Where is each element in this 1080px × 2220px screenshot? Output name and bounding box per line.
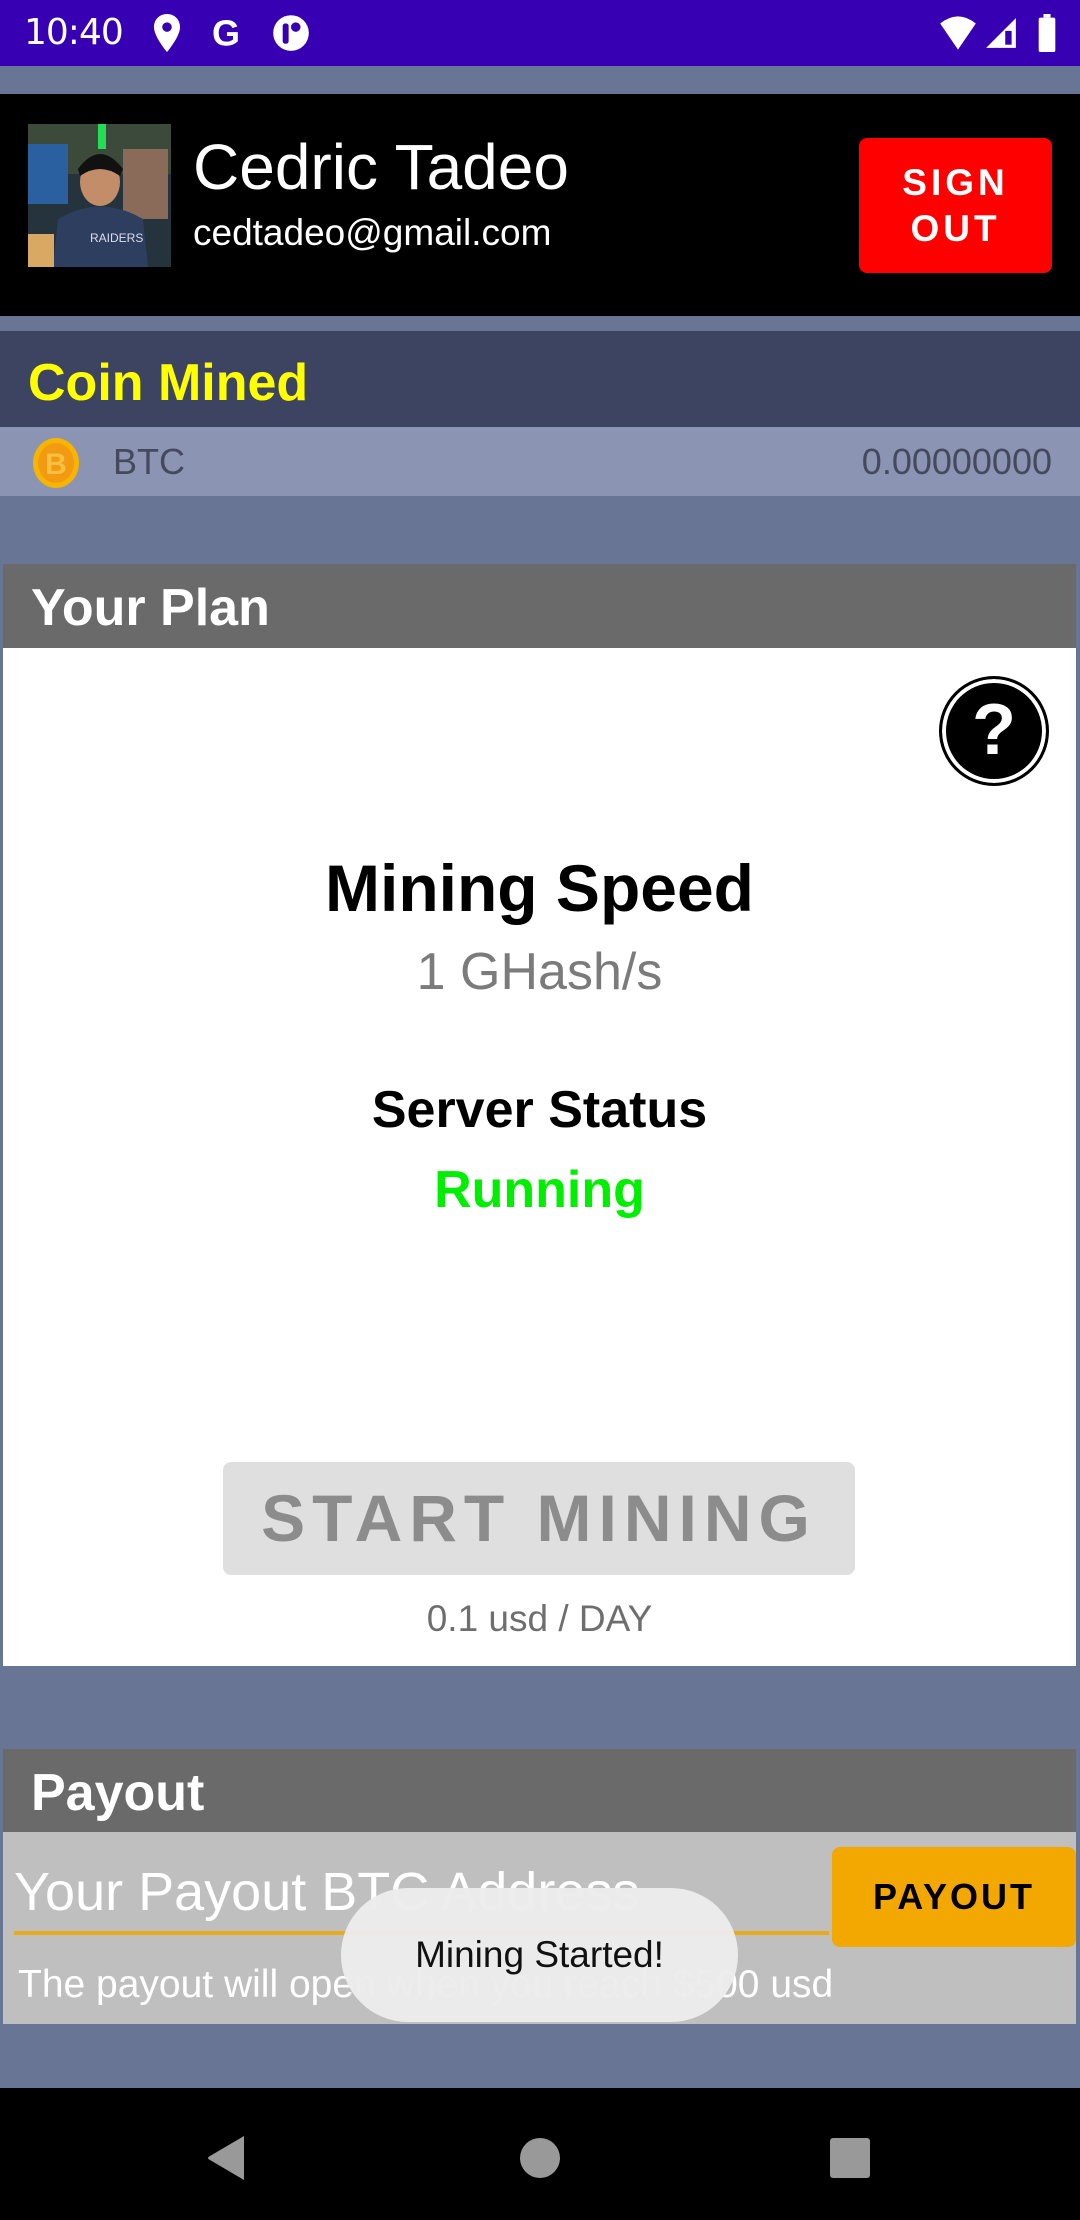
coin-amount: 0.00000000 bbox=[861, 441, 1052, 482]
mining-speed-title: Mining Speed bbox=[325, 851, 754, 925]
help-label: ? bbox=[972, 690, 1016, 770]
start-mining-label: START MINING bbox=[261, 1481, 817, 1555]
mining-speed-value: 1 GHash/s bbox=[416, 943, 663, 1001]
app-notification-icon bbox=[273, 15, 309, 51]
back-icon bbox=[208, 2136, 244, 2180]
coin-row-btc: B BTC 0.00000000 bbox=[0, 427, 1080, 496]
server-status-value: Running bbox=[434, 1161, 645, 1219]
status-bar: 10:40 G bbox=[0, 0, 1080, 66]
home-button[interactable] bbox=[510, 2128, 570, 2188]
svg-text:RAIDERS: RAIDERS bbox=[90, 231, 143, 245]
coin-symbol: BTC bbox=[113, 441, 185, 482]
location-pin-icon bbox=[153, 14, 181, 52]
svg-text:G: G bbox=[212, 14, 240, 52]
avatar-photo: RAIDERS bbox=[28, 124, 171, 267]
sign-out-label: SIGN OUT bbox=[902, 161, 1009, 249]
google-icon: G bbox=[212, 14, 240, 52]
plan-header: Your Plan bbox=[3, 564, 1076, 648]
payout-header: Payout bbox=[3, 1749, 1076, 1832]
recents-button[interactable] bbox=[820, 2128, 880, 2188]
back-button[interactable] bbox=[196, 2128, 256, 2188]
cell-signal-icon bbox=[986, 18, 1016, 48]
wifi-icon bbox=[940, 16, 976, 50]
svg-text:B: B bbox=[45, 448, 67, 481]
sign-out-button[interactable]: SIGN OUT bbox=[859, 138, 1052, 273]
user-name: Cedric Tadeo bbox=[193, 131, 569, 203]
start-mining-button[interactable]: START MINING bbox=[223, 1462, 855, 1575]
account-header: RAIDERS Cedric Tadeo cedtadeo@gmail.com … bbox=[0, 94, 1080, 316]
user-email: cedtadeo@gmail.com bbox=[193, 212, 552, 253]
plan-title: Your Plan bbox=[31, 579, 270, 637]
system-navigation-bar bbox=[0, 2088, 1080, 2220]
help-icon[interactable]: ? bbox=[939, 676, 1049, 786]
payout-label: PAYOUT bbox=[872, 1876, 1036, 1917]
plan-card: Your Plan ? Mining Speed 1 GHash/s Serve… bbox=[3, 564, 1076, 1666]
earning-rate: 0.1 usd / DAY bbox=[426, 1598, 653, 1639]
server-status-title: Server Status bbox=[371, 1081, 708, 1139]
recents-icon bbox=[830, 2138, 870, 2178]
home-icon bbox=[520, 2138, 560, 2178]
battery-icon bbox=[1038, 14, 1056, 52]
bitcoin-icon: B bbox=[33, 438, 79, 488]
avatar: RAIDERS bbox=[28, 124, 171, 267]
coin-mined-header: Coin Mined bbox=[0, 331, 1080, 427]
toast-message: Mining Started! bbox=[341, 1888, 738, 2022]
coin-mined-title: Coin Mined bbox=[28, 354, 309, 412]
payout-button[interactable]: PAYOUT bbox=[832, 1847, 1076, 1947]
status-time: 10:40 bbox=[24, 12, 124, 53]
payout-title: Payout bbox=[31, 1764, 205, 1822]
